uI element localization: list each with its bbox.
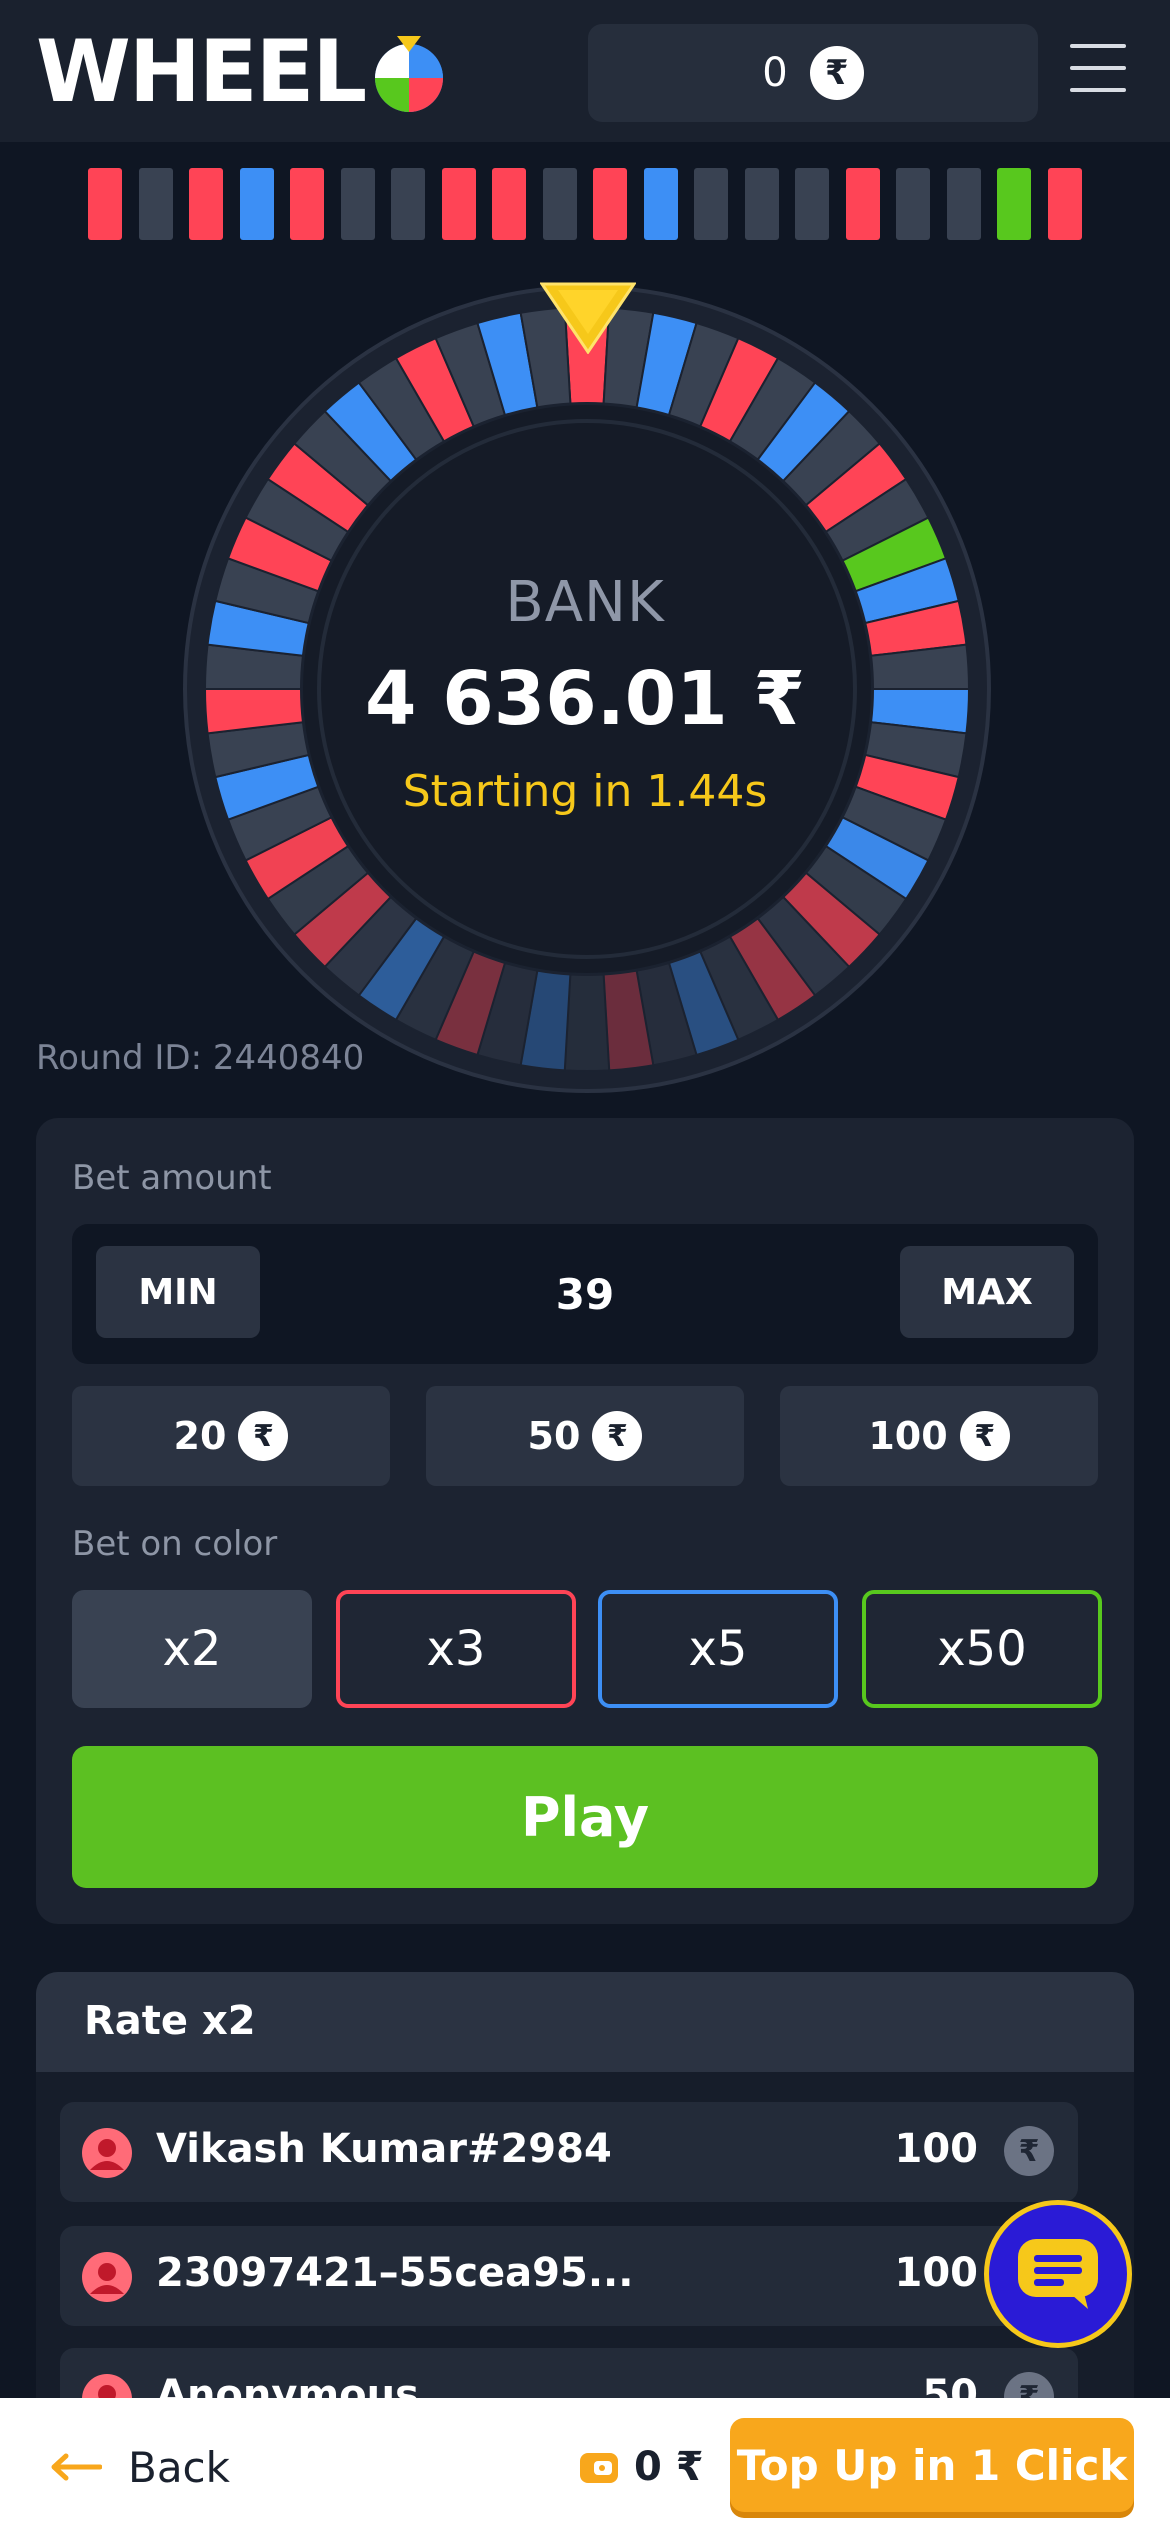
rate-title: Rate x2 <box>84 1998 256 2044</box>
quick-amount-value: 20 <box>173 1414 227 1458</box>
play-button[interactable]: Play <box>72 1746 1098 1888</box>
color-x3-button[interactable]: x3 <box>336 1590 576 1708</box>
history-cell <box>1047 168 1082 240</box>
back-button[interactable]: Back <box>50 2432 230 2502</box>
bet-value: 100 <box>894 2126 979 2172</box>
header-balance[interactable]: 0 ₹ <box>588 24 1038 122</box>
history-cell <box>88 168 122 240</box>
bet-value: 100 <box>894 2250 979 2296</box>
wheel-pointer-icon <box>540 282 636 354</box>
rupee-icon: ₹ <box>1004 2126 1054 2176</box>
history-cell <box>694 168 729 240</box>
quick-amount-button[interactable]: 100 ₹ <box>780 1386 1098 1486</box>
hamburger-menu-icon[interactable] <box>1070 44 1126 92</box>
round-history-strip <box>88 168 1082 240</box>
app-header: WHEEL 0 ₹ <box>0 0 1170 142</box>
back-label: Back <box>128 2442 230 2492</box>
wallet-balance[interactable]: 0 ₹ <box>578 2432 704 2502</box>
quick-amount-value: 100 <box>868 1414 948 1458</box>
min-button[interactable]: MIN <box>96 1246 260 1338</box>
history-cell <box>189 168 224 240</box>
back-arrow-icon <box>51 2453 102 2481</box>
quick-amount-button[interactable]: 20 ₹ <box>72 1386 390 1486</box>
rate-panel: Rate x2 Vikash Kumar#2984 100 ₹ 23097421… <box>36 1972 1134 2452</box>
history-cell <box>997 168 1032 240</box>
history-cell <box>845 168 880 240</box>
history-cell <box>391 168 426 240</box>
color-x2-button[interactable]: x2 <box>72 1590 312 1708</box>
bottom-bar: Back 0 ₹ Top Up in 1 Click <box>0 2398 1170 2532</box>
history-cell <box>946 168 981 240</box>
quick-amount-button[interactable]: 50 ₹ <box>426 1386 744 1486</box>
chat-button[interactable] <box>984 2200 1132 2348</box>
history-cell <box>492 168 527 240</box>
history-cell <box>896 168 931 240</box>
rupee-icon: ₹ <box>238 1411 289 1461</box>
quick-amount-value: 50 <box>527 1414 581 1458</box>
history-cell <box>138 168 173 240</box>
rupee-icon: ₹ <box>592 1411 643 1461</box>
wheel-segment <box>563 973 611 1073</box>
user-avatar-icon <box>82 2128 132 2178</box>
rupee-icon: ₹ <box>809 46 864 100</box>
logo-wheel-icon <box>375 36 444 112</box>
max-button[interactable]: MAX <box>900 1246 1074 1338</box>
bank-amount: 4 636.01 ₹ <box>364 656 806 742</box>
logo-text: WHEEL <box>36 22 367 122</box>
history-cell <box>290 168 325 240</box>
wallet-balance-value: 0 ₹ <box>634 2444 704 2490</box>
history-cell <box>340 168 375 240</box>
round-id: Round ID: 2440840 <box>36 1038 365 1078</box>
wallet-icon <box>580 2453 618 2483</box>
history-cell <box>542 168 577 240</box>
topup-button[interactable]: Top Up in 1 Click <box>730 2418 1134 2512</box>
history-cell <box>239 168 274 240</box>
bettor-name: Vikash Kumar#2984 <box>156 2126 612 2172</box>
chat-icon <box>1018 2239 1098 2309</box>
rate-header: Rate x2 <box>36 1972 1134 2072</box>
history-cell <box>441 168 476 240</box>
rupee-icon: ₹ <box>959 1411 1010 1461</box>
history-cell <box>593 168 628 240</box>
header-balance-value: 0 <box>762 50 788 96</box>
bettor-name: 23097421–55cea95... <box>156 2250 634 2296</box>
history-cell <box>795 168 830 240</box>
bet-amount-label: Bet amount <box>72 1158 272 1198</box>
list-item: 23097421–55cea95... 100 ₹ <box>60 2226 1078 2326</box>
color-x50-button[interactable]: x50 <box>862 1590 1102 1708</box>
user-avatar-icon <box>82 2252 132 2302</box>
history-cell <box>744 168 779 240</box>
bet-color-label: Bet on color <box>72 1524 278 1564</box>
history-cell <box>643 168 678 240</box>
round-countdown: Starting in 1.44s <box>402 766 768 817</box>
color-x5-button[interactable]: x5 <box>598 1590 838 1708</box>
bet-panel: Bet amount 39 MIN MAX 20 ₹ 50 ₹ 100 ₹ Be… <box>36 1118 1134 1924</box>
bet-amount-field[interactable]: 39 MIN MAX <box>72 1224 1098 1364</box>
list-item: Vikash Kumar#2984 100 ₹ <box>60 2102 1078 2202</box>
bank-label: BANK <box>505 570 665 635</box>
wheel-logo[interactable]: WHEEL <box>36 22 449 122</box>
